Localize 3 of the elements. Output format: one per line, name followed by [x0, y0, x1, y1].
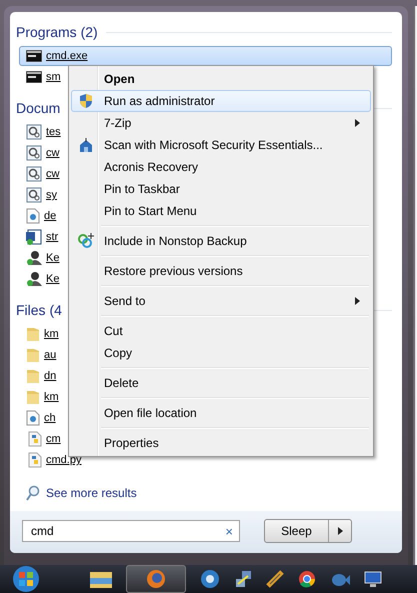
section-heading: Docum — [16, 100, 60, 116]
section-heading: Files (4 — [16, 302, 62, 318]
section-heading: Programs (2) — [16, 24, 98, 40]
